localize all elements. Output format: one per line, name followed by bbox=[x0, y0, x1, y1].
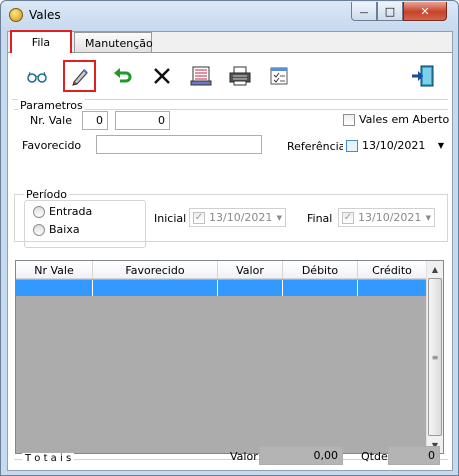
radio-entrada-label: Entrada bbox=[49, 205, 93, 218]
search-button[interactable] bbox=[22, 61, 52, 91]
totais-label: T o t a i s bbox=[22, 453, 75, 464]
maximize-icon: □ bbox=[384, 4, 396, 18]
chevron-down-icon[interactable]: ▼ bbox=[438, 141, 444, 150]
printer-icon bbox=[229, 66, 251, 86]
radio-circle bbox=[33, 223, 45, 236]
nr-vale-label: Nr. Vale bbox=[30, 114, 72, 127]
undo-button[interactable] bbox=[108, 61, 138, 91]
title-bar[interactable]: Vales — □ ✕ bbox=[1, 1, 458, 29]
vales-grid[interactable]: Nr Vale Favorecido Valor Débito Crédito … bbox=[15, 260, 444, 454]
radio-baixa[interactable]: Baixa bbox=[33, 223, 80, 236]
edit-button[interactable] bbox=[63, 60, 96, 92]
minimize-icon: — bbox=[359, 8, 369, 18]
final-date-picker[interactable]: ✓ 13/10/2021 ▼ bbox=[338, 208, 435, 227]
referencia-date-value: 13/10/2021 bbox=[362, 139, 426, 152]
valor-label: Valor bbox=[230, 450, 258, 463]
client-area: Fila Manutenção Parametros Nr. Vale 0 0 … bbox=[7, 30, 453, 471]
vales-em-aberto-label: Vales em Aberto bbox=[359, 113, 450, 126]
column-header-nr-vale[interactable]: Nr Vale bbox=[16, 261, 93, 278]
close-button[interactable]: ✕ bbox=[403, 2, 447, 21]
inicial-label: Inicial bbox=[154, 212, 187, 225]
nr-vale-to-input[interactable]: 0 bbox=[115, 111, 170, 130]
tab-manutencao-label: Manutenção bbox=[85, 37, 153, 50]
parametros-label: Parametros bbox=[18, 99, 85, 112]
qtde-total-field: 0 bbox=[388, 446, 440, 465]
favorecido-label: Favorecido bbox=[22, 139, 82, 152]
undo-arrow-icon bbox=[114, 68, 132, 83]
minimize-button[interactable]: — bbox=[351, 2, 377, 21]
referencia-label: Referência bbox=[287, 140, 346, 153]
vertical-scrollbar[interactable]: ▲ ≡ ▼ bbox=[426, 261, 443, 453]
final-date-value: 13/10/2021 bbox=[358, 211, 422, 224]
money-bag-icon bbox=[9, 8, 23, 22]
report-button[interactable] bbox=[186, 61, 216, 91]
scroll-up-icon[interactable]: ▲ bbox=[427, 261, 443, 277]
tab-panel-fila: Parametros Nr. Vale 0 0 Vales em Aberto … bbox=[8, 52, 452, 470]
delete-x-icon bbox=[154, 68, 170, 84]
column-header-debito[interactable]: Débito bbox=[283, 261, 358, 278]
glasses-icon bbox=[27, 71, 47, 83]
print-button[interactable] bbox=[225, 61, 255, 91]
scroll-thumb[interactable]: ≡ bbox=[428, 278, 442, 436]
radio-baixa-label: Baixa bbox=[49, 223, 80, 236]
table-cell bbox=[283, 280, 358, 296]
checklist-button[interactable] bbox=[264, 61, 294, 91]
tab-fila-label: Fila bbox=[31, 36, 51, 49]
vales-window: Vales — □ ✕ Fila Manutenção Parametros N… bbox=[0, 0, 459, 476]
nr-vale-from-input[interactable]: 0 bbox=[82, 111, 108, 130]
radio-circle bbox=[33, 205, 45, 218]
table-cell bbox=[93, 280, 218, 296]
tab-manutencao[interactable]: Manutenção bbox=[74, 32, 153, 52]
column-header-favorecido[interactable]: Favorecido bbox=[93, 261, 218, 278]
vales-em-aberto-checkbox[interactable]: Vales em Aberto bbox=[343, 113, 449, 126]
inicial-checkbox: ✓ bbox=[193, 211, 205, 224]
qtde-label: Qtde bbox=[361, 450, 388, 463]
referencia-date-picker[interactable]: 13/10/2021 ▼ bbox=[343, 136, 446, 155]
table-cell bbox=[218, 280, 283, 296]
final-checkbox: ✓ bbox=[342, 211, 354, 224]
report-icon bbox=[190, 66, 212, 86]
chevron-down-icon: ▼ bbox=[425, 213, 431, 222]
checkbox-box bbox=[343, 113, 355, 126]
inicial-date-value: 13/10/2021 bbox=[209, 211, 273, 224]
grid-header: Nr Vale Favorecido Valor Débito Crédito bbox=[16, 261, 427, 279]
final-label: Final bbox=[307, 212, 333, 225]
referencia-checkbox[interactable] bbox=[346, 139, 358, 152]
favorecido-input[interactable] bbox=[96, 135, 262, 154]
valor-total-field: 0,00 bbox=[259, 446, 343, 465]
pencil-icon bbox=[71, 69, 88, 86]
column-header-valor[interactable]: Valor bbox=[218, 261, 283, 278]
exit-door-icon bbox=[412, 65, 434, 87]
column-header-credito[interactable]: Crédito bbox=[358, 261, 427, 278]
maximize-button[interactable]: □ bbox=[377, 2, 403, 21]
radio-entrada[interactable]: Entrada bbox=[33, 205, 92, 218]
close-icon: ✕ bbox=[420, 4, 430, 18]
delete-button[interactable] bbox=[147, 61, 177, 91]
exit-button[interactable] bbox=[408, 61, 438, 91]
tab-fila[interactable]: Fila bbox=[10, 30, 72, 53]
inicial-date-picker[interactable]: ✓ 13/10/2021 ▼ bbox=[189, 208, 286, 227]
window-title: Vales bbox=[29, 8, 61, 22]
table-row[interactable] bbox=[16, 280, 427, 296]
table-cell bbox=[358, 280, 427, 296]
table-cell bbox=[16, 280, 93, 296]
chevron-down-icon: ▼ bbox=[276, 213, 282, 222]
checklist-icon bbox=[270, 67, 288, 85]
